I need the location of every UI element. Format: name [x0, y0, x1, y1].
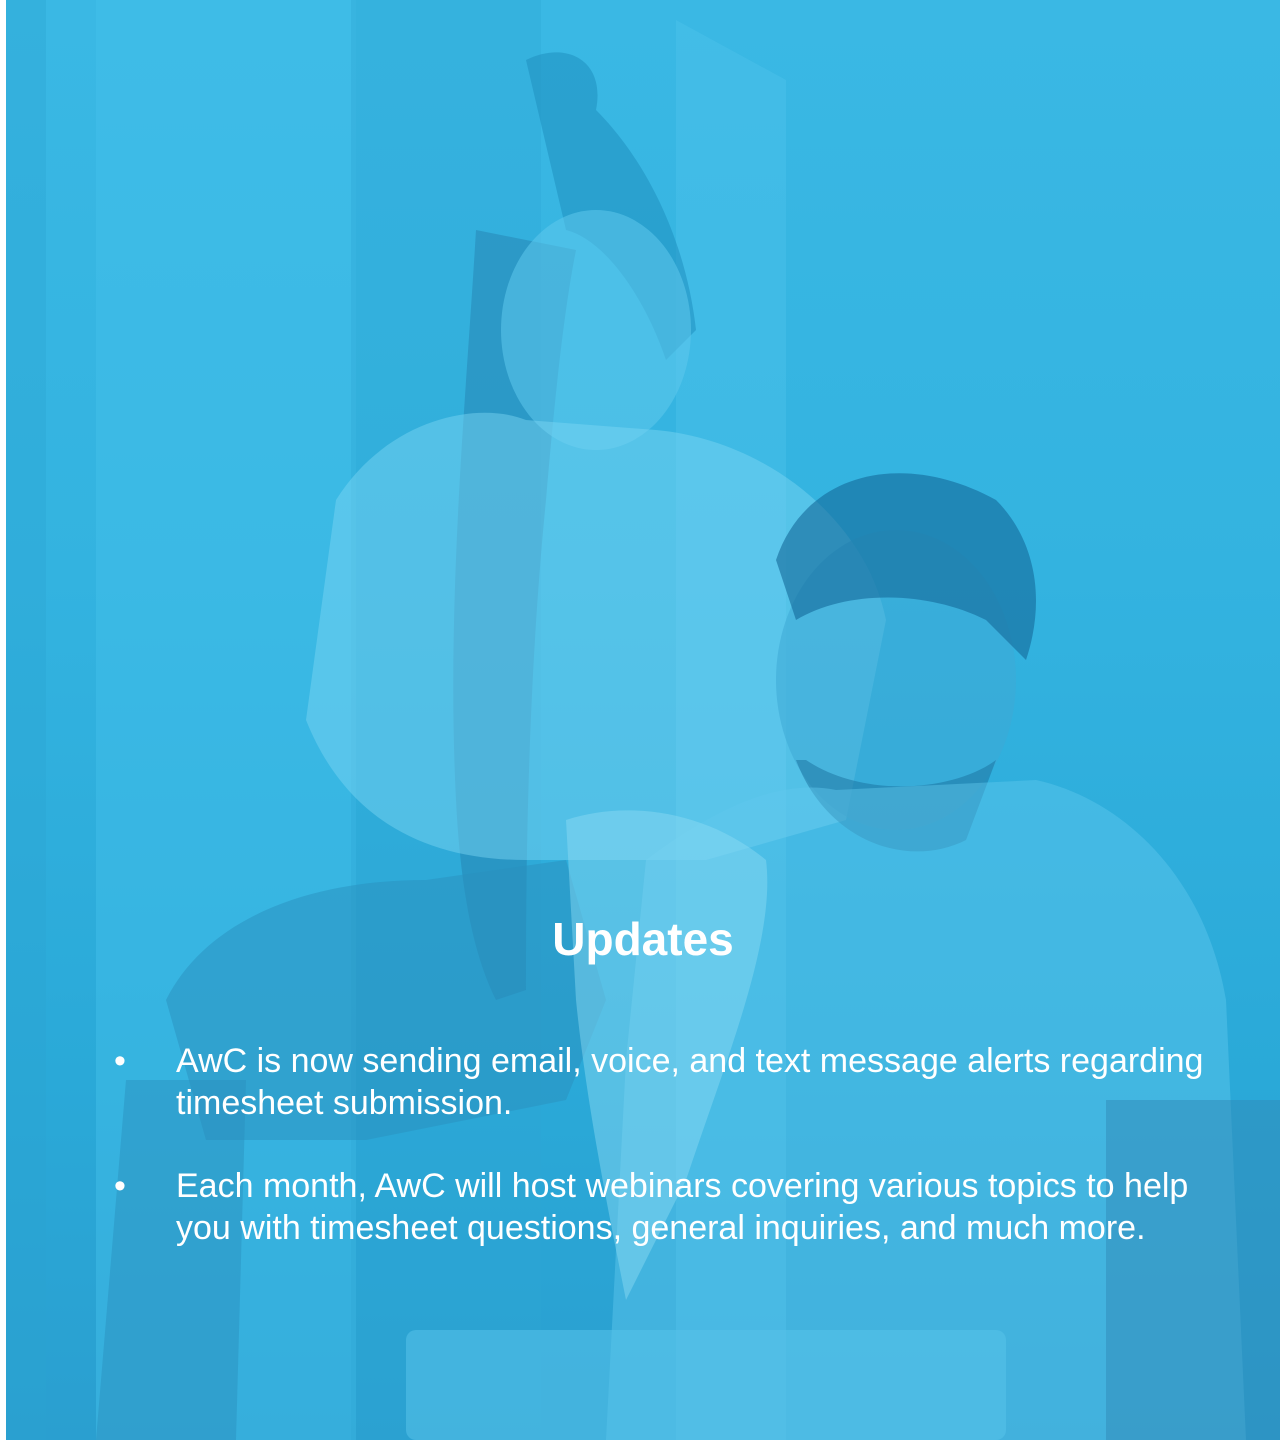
slide-frame: Updates • AwC is now sending email, voic… [6, 0, 1280, 1440]
list-item-text: AwC is now sending email, voice, and tex… [176, 1042, 1204, 1122]
updates-list: • AwC is now sending email, voice, and t… [6, 1040, 1280, 1290]
slide-canvas: Updates • AwC is now sending email, voic… [0, 0, 1280, 1440]
list-item: • AwC is now sending email, voice, and t… [6, 1040, 1280, 1124]
list-item: • Each month, AwC will host webinars cov… [6, 1165, 1280, 1249]
slide-title: Updates [552, 913, 734, 965]
bullet-icon: • [114, 1167, 126, 1205]
list-item-text: Each month, AwC will host webinars cover… [176, 1167, 1189, 1247]
bullet-icon: • [114, 1042, 126, 1080]
